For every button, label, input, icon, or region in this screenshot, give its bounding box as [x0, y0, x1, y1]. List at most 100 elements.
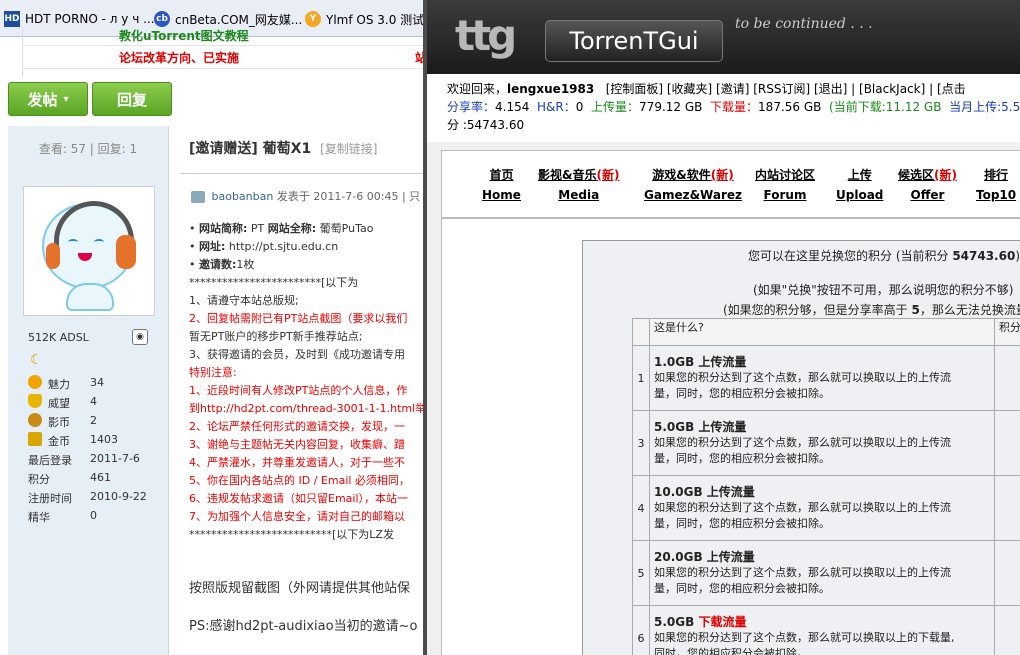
ttg-brand-logo[interactable]: TorrenTGui: [545, 20, 723, 62]
table-header-points: 积分: [994, 318, 1020, 346]
stat-label: 金币: [48, 435, 70, 448]
reply-button[interactable]: 回复: [92, 82, 172, 116]
post-line: ************************[以下为: [189, 276, 359, 289]
shield-icon: [28, 394, 42, 408]
option-cell: 5.0GB 下载流量如果您的积分达到了这个点数，那么就可以换取以上的下载量, 同时…: [649, 605, 995, 655]
bonus-note: (如果"兑换"按钮不可用，那么说明您的积分不够): [753, 283, 1014, 297]
option-cell: 1.0GB 上传流量 如果您的积分达到了这个点数，那么就可以换取以上的上传流 量，同…: [649, 345, 995, 411]
nav-media[interactable]: 影视&音乐(新) Media: [538, 165, 619, 205]
table-row: 3 5.0GB 上传流量 如果您的积分达到了这个点数，那么就可以换取以上的上传流量…: [632, 410, 1020, 476]
welcome-text: 欢迎回来，: [447, 82, 508, 96]
row-index: 5: [632, 540, 650, 606]
stat-label: 影币: [48, 416, 70, 429]
new-post-button[interactable]: 发帖 ▾: [8, 82, 88, 116]
nav-cn-label: 首页: [489, 168, 514, 182]
bonus-ratio-note: (如果您的积分够，但是分享率高于 5，那么无法兑换流量: [723, 301, 1020, 318]
announcement-link[interactable]: 教化uTorrent图文教程: [119, 27, 249, 44]
post-date: 发表于 2011-7-6 00:45: [276, 190, 399, 203]
option-title-download: 下载流量: [698, 615, 747, 629]
username-link[interactable]: lengxue1983: [507, 82, 594, 96]
bookmark-cnbeta[interactable]: cb cnBeta.COM_网友媒...: [154, 10, 302, 28]
nav-offer[interactable]: 候选区(新) Offer: [898, 165, 957, 205]
post-line: 2、回复帖需附已有PT站点截图（要求以我们: [189, 312, 408, 325]
title-divider: [180, 173, 425, 174]
nav-cn-label: 影视&音乐: [538, 168, 597, 182]
ylmf-favicon-icon: Y: [305, 11, 321, 27]
option-title: 1.0GB 上传流量: [654, 355, 747, 369]
headphone-left-shape: [46, 243, 60, 269]
info-points: 积分 461: [28, 469, 158, 487]
cnbeta-favicon-icon: cb: [154, 11, 170, 27]
rank-moon-icon: ☾: [30, 352, 43, 368]
nav-top10[interactable]: 排行 Top10: [976, 165, 1016, 205]
post-filter-link[interactable]: | 只: [402, 190, 420, 203]
option-desc: 如果您的积分达到了这个点数，那么就可以换取以上的上传流: [654, 501, 951, 514]
field-label: 网站全称:: [267, 222, 317, 235]
dropdown-arrow-icon: ▾: [63, 93, 69, 105]
stat-value: 2: [90, 414, 97, 427]
option-desc: 如果您的积分达到了这个点数，那么就可以换取以上的上传流: [654, 371, 951, 384]
post-line: 3、获得邀请的会员，及时到《成功邀请专用: [189, 348, 405, 361]
nav-cn-label: 游戏&软件: [652, 168, 711, 182]
post-author-link[interactable]: baobanban: [212, 190, 274, 203]
table-header-what: 这是什么?: [649, 318, 995, 346]
bookmark-ylmf[interactable]: Y Ylmf OS 3.0 测试版: [305, 10, 425, 28]
sun-icon: [28, 375, 42, 389]
table-header-index: [632, 318, 650, 346]
post-line: 4、严禁灌水，并尊重发邀请人，对于一些不: [189, 456, 405, 469]
nav-en-label: Gamez&Warez: [644, 188, 742, 202]
main-nav: 首页 Home 影视&音乐(新) Media 游戏&软件(新) Gamez&Warez…: [441, 150, 1020, 218]
nav-home[interactable]: 首页 Home: [482, 165, 521, 205]
avatar-eye-shape: [68, 239, 78, 245]
avatar[interactable]: [23, 186, 155, 316]
option-cell: 5.0GB 上传流量 如果您的积分达到了这个点数，那么就可以换取以上的上传流 量，同…: [649, 410, 995, 476]
user-menu-links[interactable]: [控制面板] [收藏夹] [邀请] [RSS订阅] [退出] | [BlackJ…: [606, 82, 966, 96]
nav-upload[interactable]: 上传 Upload: [836, 165, 883, 205]
info-label: 注册时间: [28, 492, 72, 505]
month-upload: 当月上传:5.55 GB: [949, 100, 1020, 114]
reply-label: 回复: [116, 90, 147, 109]
points-cell: [994, 345, 1020, 411]
stat-charm: 魅力 34: [28, 374, 158, 392]
site-url-link[interactable]: http://pt.sjtu.edu.cn: [229, 240, 338, 253]
nav-forum[interactable]: 内站讨论区 Forum: [755, 165, 815, 205]
post-line: 特别注意:: [189, 366, 237, 379]
nav-games[interactable]: 游戏&软件(新) Gamez&Warez: [644, 165, 742, 205]
bonus-text: (如果您的积分够，但是分享率高于: [723, 303, 912, 317]
table-row: 4 10.0GB 上传流量 如果您的积分达到了这个点数，那么就可以换取以上的上传流…: [632, 475, 1020, 541]
option-desc: 如果您的积分达到了这个点数，那么就可以换取以上的下载量,: [654, 631, 955, 644]
points-cell: [994, 475, 1020, 541]
nav-new-badge: (新): [710, 168, 734, 182]
post-line: 3、谢绝与主题帖无关内容回复，收集癖、蹭: [189, 438, 405, 451]
field-value: 葡萄PuTao: [319, 222, 374, 235]
coin-icon: [28, 413, 42, 427]
post-body: • 网站简称: PT 网站全称: 葡萄PuTao • 网址: http://pt…: [189, 220, 425, 636]
ttg-logo[interactable]: ttg: [455, 14, 525, 58]
bookmark-hdt[interactable]: HD HDT PORNO - л у ч ...: [4, 10, 155, 28]
upload-label: 上传量：: [591, 100, 640, 114]
post-line: 按照版规留截图（外网请提供其他站保: [189, 581, 411, 596]
post-author-sidebar: 查看: 57 | 回复: 1 512K ADSL ◉ ☾ 魅力 34 威望 4 …: [8, 126, 169, 655]
copy-link-button[interactable]: [复制链接]: [320, 142, 377, 156]
nav-en-label: Forum: [763, 188, 807, 202]
info-registered: 注册时间 2010-9-22: [28, 488, 158, 506]
ratio-value: 4.154: [495, 100, 530, 114]
table-row: 6 5.0GB 下载流量 如果您的积分达到了这个点数，那么就可以换取以上的下载量,…: [632, 605, 1020, 655]
hr-value: 0: [575, 100, 584, 114]
post-title: [邀请赠送] 葡萄X1 [复制链接]: [189, 138, 377, 158]
user-profile-icon[interactable]: ◉: [132, 329, 148, 345]
field-value: 1枚: [236, 258, 255, 271]
bonus-text: 您可以在这里兑换您的积分 (当前积分: [748, 249, 953, 263]
post-line: **************************[以下为LZ发: [189, 528, 394, 541]
stat-value: 34: [90, 376, 104, 389]
option-title: 5.0GB: [654, 615, 699, 629]
announcement-link[interactable]: 论坛改革方向、已实施: [119, 49, 239, 66]
new-post-label: 发帖: [27, 90, 58, 109]
upload-value: 779.12 GB: [639, 100, 703, 114]
stat-value: 1403: [90, 433, 118, 446]
option-desc: 量，同时，您的相应积分会被扣除。: [654, 452, 830, 465]
info-last-login: 最后登录 2011-7-6: [28, 450, 158, 468]
site-tagline: to be continued . . .: [735, 16, 873, 32]
option-cell: 20.0GB 上传流量 如果您的积分达到了这个点数，那么就可以换取以上的上传流 量，…: [649, 540, 995, 606]
option-desc: 同时，您的相应积分会被扣除。: [654, 647, 808, 655]
